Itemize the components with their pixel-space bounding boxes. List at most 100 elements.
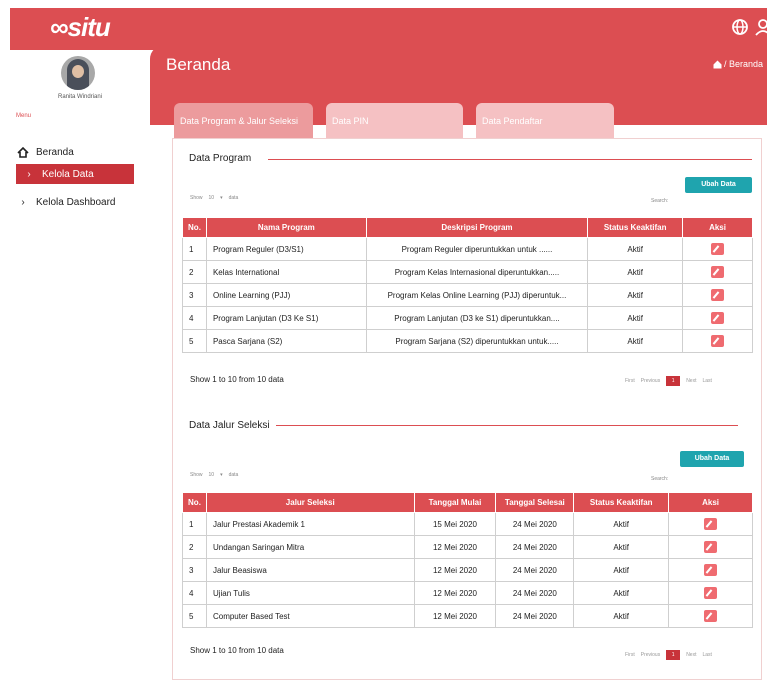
table-header[interactable]: Status Keaktifan (573, 492, 670, 513)
page-first[interactable]: First (625, 652, 635, 658)
edit-icon[interactable] (711, 243, 725, 255)
infinity-icon: ∞ (50, 12, 69, 42)
row-no: 1 (182, 237, 207, 261)
table-header[interactable]: Deskripsi Program (365, 217, 589, 238)
program-name: Program Reguler (D3/S1) (205, 237, 367, 261)
section-divider (276, 425, 738, 426)
end-date: 24 Mei 2020 (495, 604, 575, 628)
row-no: 1 (182, 512, 207, 536)
sidebar-item-kelola-dashboard[interactable]: › Kelola Dashboard (16, 192, 115, 212)
caret-down-icon: ▾ (220, 195, 223, 201)
show-label: Show (190, 472, 203, 478)
sidebar-item-kelola-data[interactable]: › Kelola Data (16, 164, 134, 184)
sidebar-item-beranda[interactable]: Beranda (16, 142, 74, 162)
row-no: 2 (182, 535, 207, 559)
status-cell: Aktif (573, 581, 670, 605)
program-description: Program Kelas Internasional diperuntukka… (365, 260, 589, 284)
table-row: 2 Kelas International Program Kelas Inte… (182, 260, 753, 284)
table-header[interactable]: Aksi (682, 217, 753, 238)
globe-icon[interactable] (731, 18, 749, 36)
sidebar-item-label: Beranda (36, 146, 74, 158)
table-header[interactable]: Status Keaktifan (587, 217, 684, 238)
edit-icon[interactable] (711, 289, 725, 301)
status-cell: Aktif (573, 512, 670, 536)
jalur-name: Ujian Tulis (205, 581, 415, 605)
page-current[interactable]: 1 (666, 376, 681, 386)
program-name: Online Learning (PJJ) (205, 283, 367, 307)
top-navbar: ∞situ (10, 8, 767, 50)
table-header[interactable]: Tanggal Selesai (495, 492, 575, 513)
end-date: 24 Mei 2020 (495, 581, 575, 605)
table-header[interactable]: Tanggal Mulai (413, 492, 497, 513)
start-date: 12 Mei 2020 (413, 604, 497, 628)
show-value[interactable]: 10 (209, 472, 215, 478)
user-icon[interactable] (755, 18, 767, 36)
section-divider (268, 159, 752, 160)
row-no: 4 (182, 306, 207, 330)
entries-selector[interactable]: Show 10 ▾ data (190, 195, 238, 201)
table-info: Show 1 to 10 from 10 data (190, 646, 284, 655)
program-name: Kelas International (205, 260, 367, 284)
home-icon (713, 60, 722, 68)
tab-label: Data Pendaftar (482, 116, 543, 126)
edit-icon[interactable] (704, 518, 718, 530)
tab-data-program-jalur-seleksi[interactable]: Data Program & Jalur Seleksi (174, 103, 313, 139)
breadcrumb[interactable]: / Beranda (713, 59, 763, 69)
jalur-table: No. Jalur Seleksi Tanggal Mulai Tanggal … (182, 492, 753, 628)
table-row: 1 Jalur Prestasi Akademik 1 15 Mei 2020 … (182, 512, 753, 536)
table-row: 5 Computer Based Test 12 Mei 2020 24 Mei… (182, 604, 753, 628)
tab-data-pendaftar[interactable]: Data Pendaftar (476, 103, 614, 139)
program-description: Program Lanjutan (D3 ke S1) diperuntukka… (365, 306, 589, 330)
page-next[interactable]: Next (686, 378, 696, 384)
search-label: Search: (651, 476, 669, 482)
page-last[interactable]: Last (702, 378, 711, 384)
edit-icon[interactable] (711, 312, 725, 324)
entries-selector[interactable]: Show 10 ▾ data (190, 472, 238, 478)
table-header[interactable]: Jalur Seleksi (205, 492, 415, 513)
page-current[interactable]: 1 (666, 650, 681, 660)
end-date: 24 Mei 2020 (495, 558, 575, 582)
edit-icon[interactable] (711, 266, 725, 278)
table-info: Show 1 to 10 from 10 data (190, 375, 284, 384)
section-title-jalur: Data Jalur Seleksi (189, 420, 270, 431)
pagination: First Previous 1 Next Last (625, 650, 712, 660)
program-name: Pasca Sarjana (S2) (205, 329, 367, 353)
chevron-right-icon: › (27, 168, 31, 180)
user-name: Ranita Windriani (57, 94, 103, 100)
edit-icon[interactable] (704, 587, 718, 599)
page-next[interactable]: Next (686, 652, 696, 658)
table-header[interactable]: Nama Program (205, 217, 367, 238)
table-header[interactable]: No. (182, 217, 207, 238)
table-row: 3 Jalur Beasiswa 12 Mei 2020 24 Mei 2020… (182, 558, 753, 582)
chevron-right-icon: › (21, 196, 25, 208)
tab-label: Data PIN (332, 116, 369, 126)
table-header[interactable]: Aksi (668, 492, 753, 513)
ubah-data-program-button[interactable]: Ubah Data (685, 177, 752, 193)
page-first[interactable]: First (625, 378, 635, 384)
page-previous[interactable]: Previous (641, 378, 660, 384)
start-date: 12 Mei 2020 (413, 581, 497, 605)
sidebar: Ranita Windriani Menu Beranda › Kelola D… (10, 50, 150, 680)
edit-icon[interactable] (704, 541, 718, 553)
table-header[interactable]: No. (182, 492, 207, 513)
edit-icon[interactable] (704, 564, 718, 576)
ubah-data-jalur-button[interactable]: Ubah Data (680, 451, 744, 467)
page-previous[interactable]: Previous (641, 652, 660, 658)
end-date: 24 Mei 2020 (495, 512, 575, 536)
show-value[interactable]: 10 (209, 195, 215, 201)
edit-icon[interactable] (711, 335, 725, 347)
row-no: 3 (182, 558, 207, 582)
program-table: No. Nama Program Deskripsi Program Statu… (182, 217, 753, 353)
end-date: 24 Mei 2020 (495, 535, 575, 559)
page-title: Beranda (166, 55, 231, 74)
status-cell: Aktif (587, 329, 684, 353)
edit-icon[interactable] (704, 610, 718, 622)
search-label: Search: (651, 198, 669, 204)
show-suffix: data (228, 195, 239, 201)
breadcrumb-text: / Beranda (723, 59, 763, 69)
menu-label: Menu (16, 113, 32, 119)
page-last[interactable]: Last (702, 652, 711, 658)
tab-data-pin[interactable]: Data PIN (326, 103, 463, 139)
app-logo[interactable]: ∞situ (50, 12, 111, 43)
row-no: 3 (182, 283, 207, 307)
